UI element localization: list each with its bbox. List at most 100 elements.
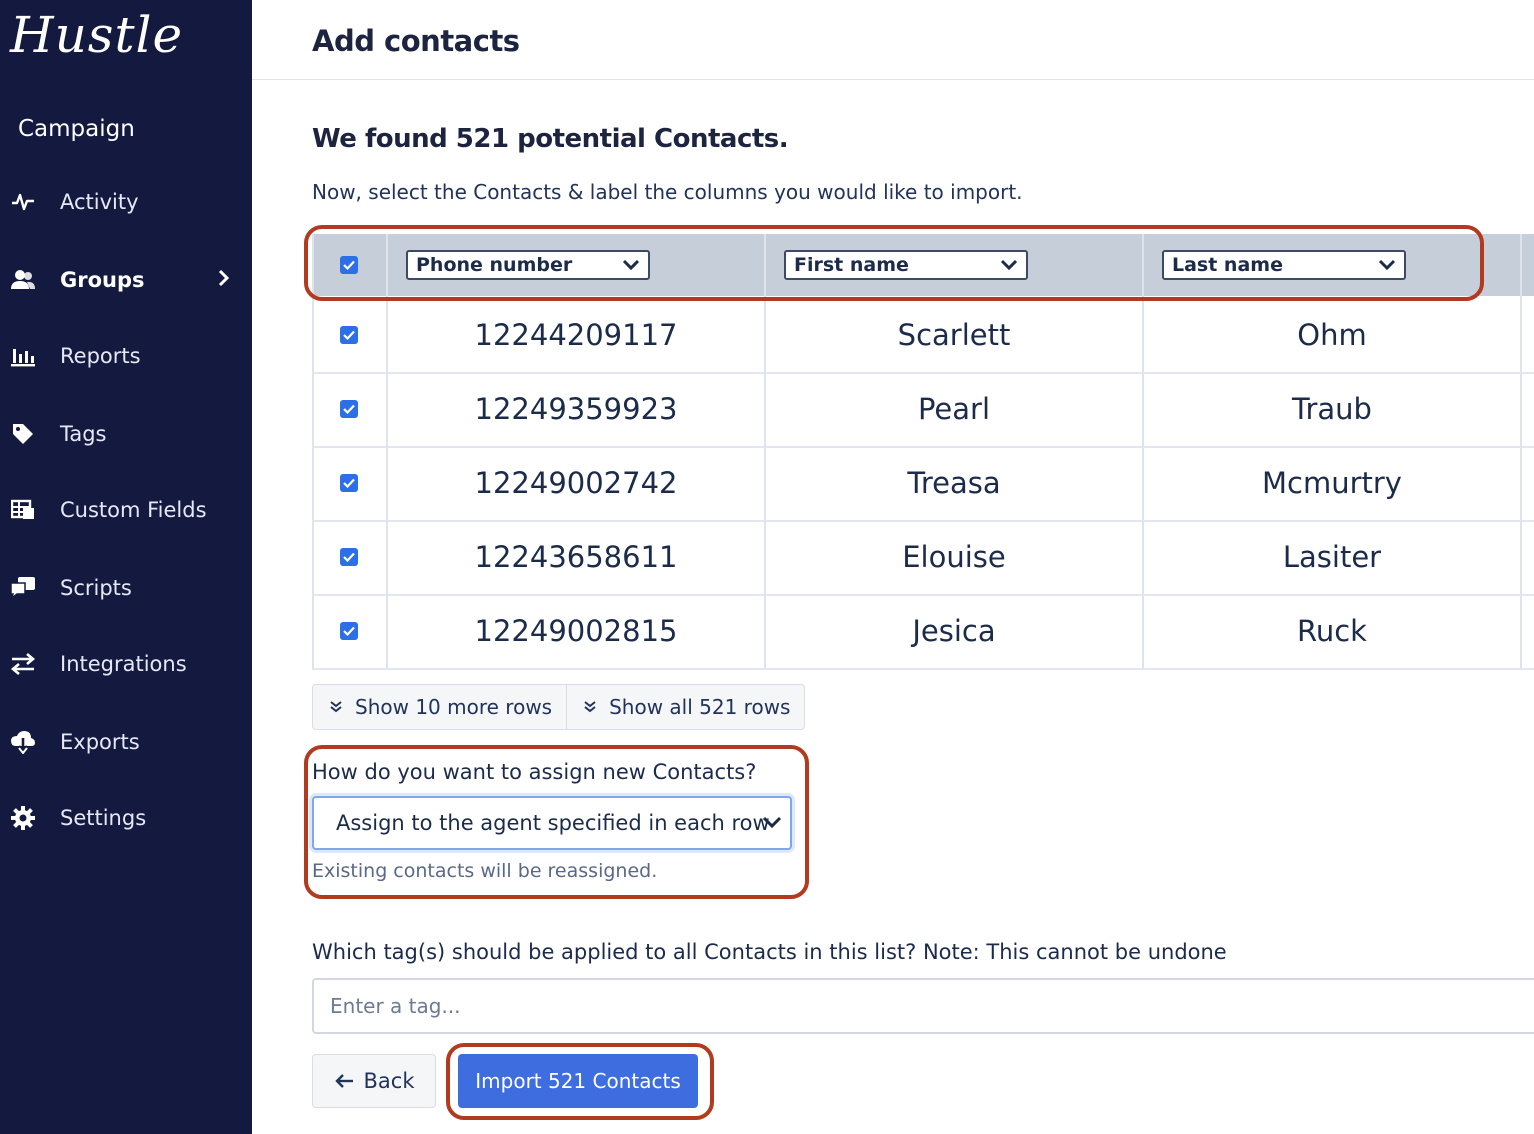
grid-line (312, 234, 314, 668)
chevron-down-icon (762, 816, 782, 829)
page-title: Add contacts (312, 24, 520, 58)
tags-label: Which tag(s) should be applied to all Co… (312, 940, 1227, 964)
column-3-type-value: Last name (1172, 254, 1283, 276)
column-2-type-value: First name (794, 254, 909, 276)
bar-chart-icon (10, 343, 36, 369)
double-chevron-down-icon (584, 701, 596, 713)
show-rows-button-group: Show 10 more rows Show all 521 rows (312, 684, 806, 730)
phone-cell: 12249359923 (474, 392, 678, 426)
sidebar-item-label: Exports (60, 730, 140, 754)
back-button-label: Back (363, 1069, 415, 1093)
assign-help-text: Existing contacts will be reassigned. (312, 860, 658, 882)
row-select-cell (312, 520, 386, 594)
table-row: 12249002742 Treasa Mcmurtry (312, 446, 1534, 522)
table-icon (10, 497, 36, 523)
import-button-label: Import 521 Contacts (475, 1069, 681, 1093)
phone-cell: 12249002815 (474, 614, 678, 648)
sidebar-item-scripts[interactable]: Scripts (0, 568, 252, 608)
activity-icon (10, 189, 36, 215)
chevron-down-icon (622, 259, 640, 271)
row-checkbox[interactable] (340, 400, 358, 418)
sidebar-item-label: Reports (60, 344, 141, 368)
select-all-cell (312, 234, 386, 296)
chat-icon (10, 575, 36, 601)
first-name-cell: Elouise (902, 540, 1006, 574)
row-checkbox[interactable] (340, 474, 358, 492)
cloud-download-icon (10, 729, 36, 755)
first-name-cell: Pearl (917, 392, 991, 426)
sidebar-item-tags[interactable]: Tags (0, 414, 252, 454)
column-2-type-select[interactable]: First name (784, 250, 1028, 280)
chevron-down-icon (1000, 259, 1018, 271)
sidebar-item-label: Integrations (60, 652, 187, 676)
arrow-left-icon (334, 1074, 353, 1088)
show-more-rows-label: Show 10 more rows (355, 695, 553, 719)
grid-line (764, 234, 766, 668)
grid-line (1142, 234, 1144, 668)
column-1-type-select[interactable]: Phone number (406, 250, 650, 280)
last-name-cell: Lasiter (1282, 540, 1382, 574)
sidebar-item-label: Groups (60, 268, 145, 292)
main-content: Add contacts We found 521 potential Cont… (252, 0, 1534, 1134)
first-name-cell: Jesica (912, 614, 996, 648)
sidebar-item-groups[interactable]: Groups (0, 260, 252, 300)
sidebar-item-reports[interactable]: Reports (0, 336, 252, 376)
sidebar: Hustle Campaign Activity Groups Reports … (0, 0, 252, 1134)
table-row: 12249002815 Jesica Ruck (312, 594, 1534, 670)
back-button[interactable]: Back (312, 1054, 436, 1108)
table-row: 12243658611 Elouise Lasiter (312, 520, 1534, 596)
last-name-cell: Traub (1292, 392, 1372, 426)
users-icon (10, 267, 36, 293)
sidebar-item-label: Activity (60, 190, 139, 214)
table-row: 12244209117 Scarlett Ohm (312, 298, 1534, 374)
gear-icon (10, 805, 36, 831)
tag-icon (10, 421, 36, 447)
assign-contacts-value: Assign to the agent specified in each ro… (336, 811, 770, 835)
show-all-rows-label: Show all 521 rows (609, 695, 791, 719)
first-name-cell: Treasa (907, 466, 1001, 500)
assign-contacts-label: How do you want to assign new Contacts? (312, 760, 757, 784)
grid-line (1520, 234, 1522, 668)
sidebar-item-label: Tags (60, 422, 107, 446)
double-chevron-down-icon (330, 701, 342, 713)
show-all-rows-button[interactable]: Show all 521 rows (566, 685, 804, 729)
sidebar-section-title: Campaign (18, 116, 135, 142)
grid-line (386, 234, 388, 668)
row-select-cell (312, 298, 386, 372)
first-name-cell: Scarlett (897, 318, 1011, 352)
phone-cell: 12244209117 (474, 318, 678, 352)
last-name-cell: Ruck (1297, 614, 1367, 648)
column-3-type-select[interactable]: Last name (1162, 250, 1406, 280)
phone-cell: 12243658611 (474, 540, 678, 574)
sidebar-item-integrations[interactable]: Integrations (0, 644, 252, 684)
last-name-cell: Ohm (1297, 318, 1367, 352)
row-select-cell (312, 594, 386, 668)
sidebar-item-label: Settings (60, 806, 147, 830)
page-header: Add contacts (252, 0, 1534, 80)
swap-icon (10, 651, 36, 677)
row-select-cell (312, 446, 386, 520)
tag-input[interactable] (312, 978, 1534, 1034)
sidebar-item-settings[interactable]: Settings (0, 798, 252, 838)
chevron-right-icon (216, 267, 232, 293)
import-contacts-button[interactable]: Import 521 Contacts (458, 1054, 698, 1108)
column-1-type-value: Phone number (416, 254, 573, 276)
import-instructions: Now, select the Contacts & label the col… (312, 180, 1023, 204)
contacts-found-heading: We found 521 potential Contacts. (312, 124, 789, 154)
select-all-checkbox[interactable] (340, 256, 358, 274)
sidebar-item-activity[interactable]: Activity (0, 182, 252, 222)
row-checkbox[interactable] (340, 622, 358, 640)
row-checkbox[interactable] (340, 326, 358, 344)
row-checkbox[interactable] (340, 548, 358, 566)
app-logo[interactable]: Hustle (10, 6, 183, 64)
sidebar-item-exports[interactable]: Exports (0, 722, 252, 762)
show-more-rows-button[interactable]: Show 10 more rows (313, 685, 566, 729)
phone-cell: 12249002742 (474, 466, 678, 500)
sidebar-item-label: Custom Fields (60, 498, 207, 522)
sidebar-item-custom-fields[interactable]: Custom Fields (0, 490, 252, 530)
table-row: 12249359923 Pearl Traub (312, 372, 1534, 448)
chevron-down-icon (1378, 259, 1396, 271)
assign-contacts-select[interactable]: Assign to the agent specified in each ro… (312, 796, 792, 850)
column-mapping-row: Phone number First name Last name (312, 234, 1534, 296)
row-select-cell (312, 372, 386, 446)
